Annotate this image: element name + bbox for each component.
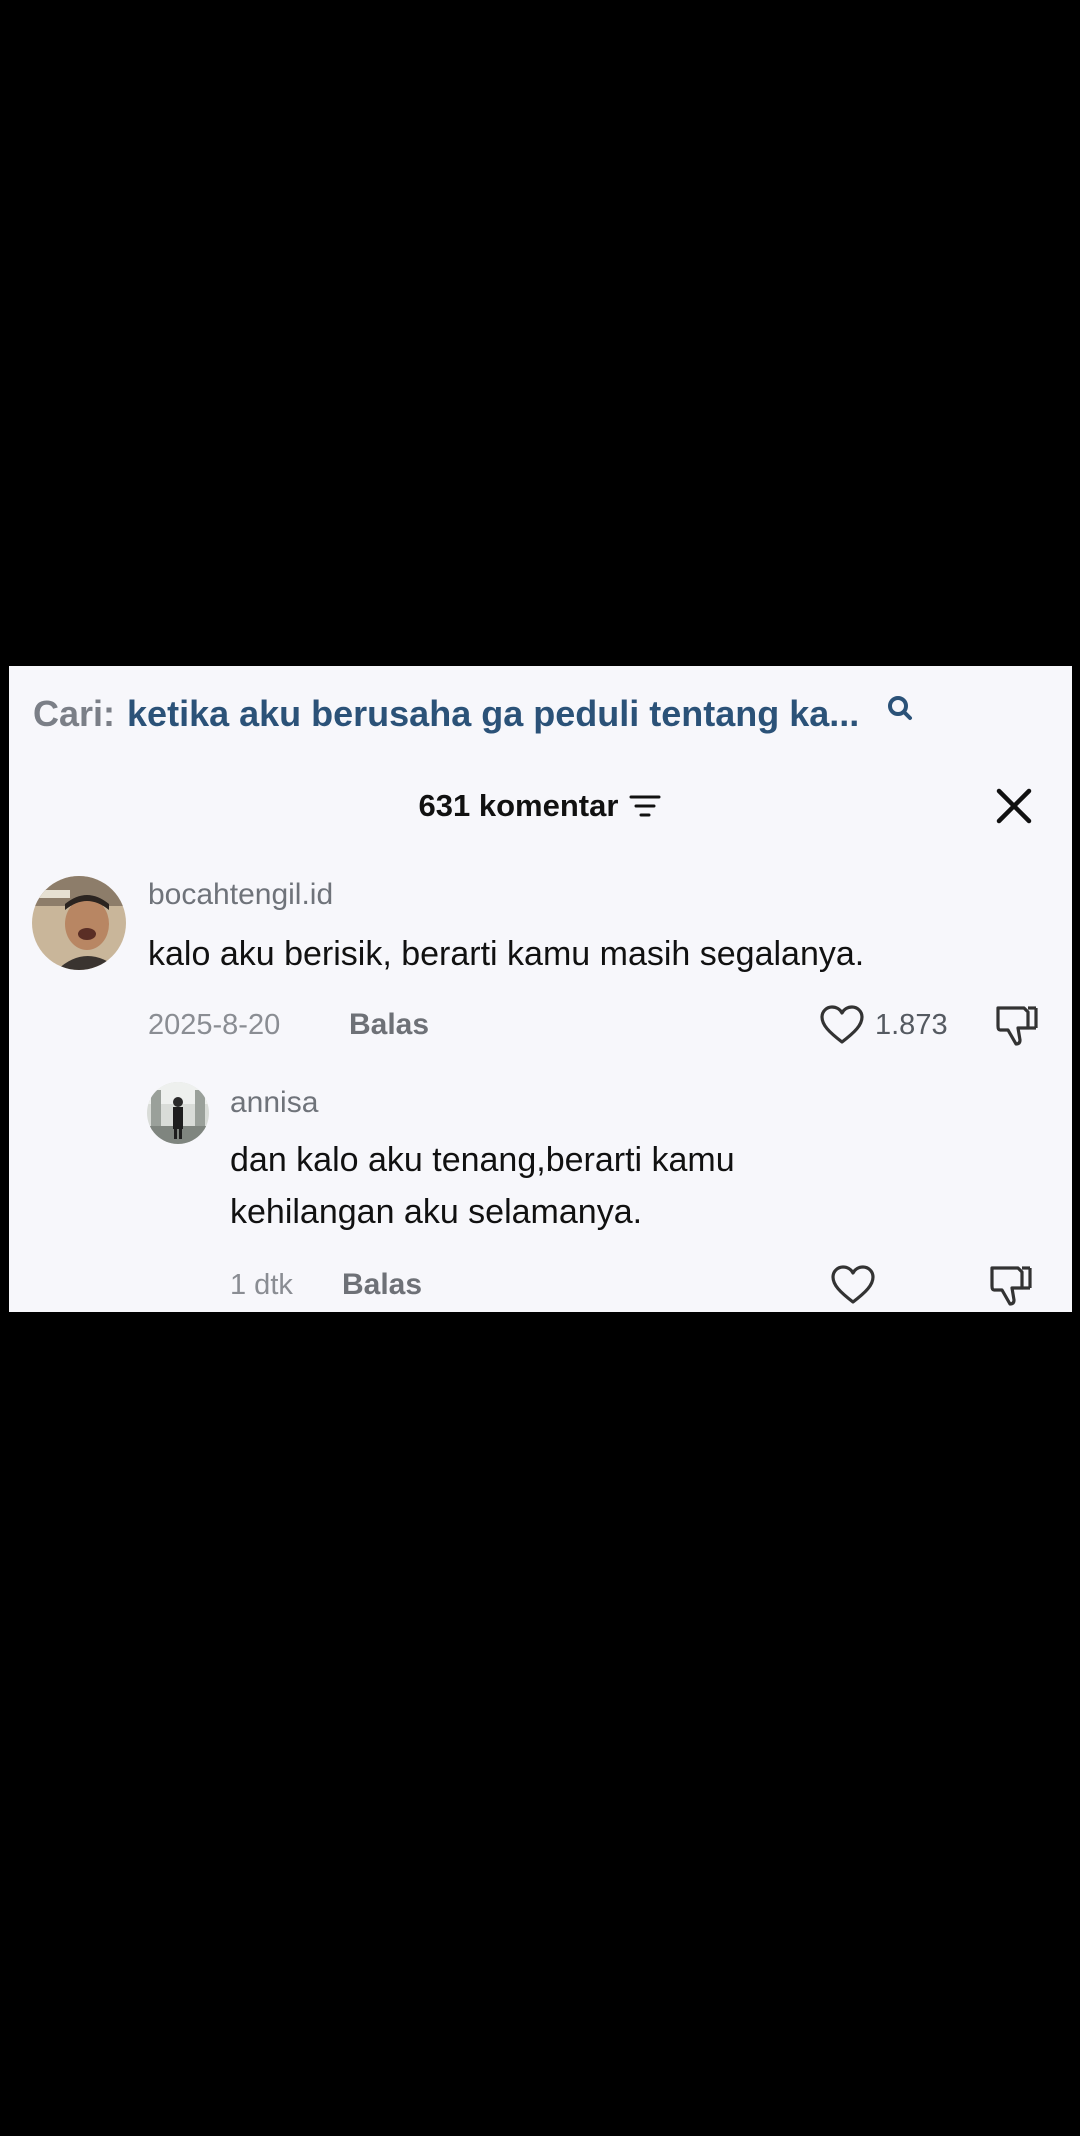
comments-panel: Cari: ketika aku berusaha ga peduli tent… <box>9 666 1072 1312</box>
close-icon[interactable] <box>994 786 1034 826</box>
avatar[interactable] <box>32 876 126 970</box>
reply-date: 1 dtk <box>230 1269 293 1301</box>
heart-icon[interactable] <box>819 1004 865 1046</box>
like-count: 1.873 <box>875 1009 948 1041</box>
comment-date: 2025-8-20 <box>148 1009 281 1041</box>
reply-text-line1: dan kalo aku tenang,berarti kamu <box>230 1141 735 1179</box>
search-prefix: Cari: <box>33 693 116 734</box>
heart-icon[interactable] <box>830 1264 876 1306</box>
filter-icon[interactable] <box>628 793 662 819</box>
reply-button[interactable]: Balas <box>349 1008 429 1042</box>
search-bar[interactable]: Cari: ketika aku berusaha ga peduli tent… <box>33 686 1048 742</box>
comment-count: 631 komentar <box>418 788 619 823</box>
reply-username[interactable]: annisa <box>230 1086 318 1120</box>
search-query-link[interactable]: ketika aku berusaha ga peduli tentang ka… <box>127 693 859 735</box>
comment-username[interactable]: bocahtengil.id <box>148 878 333 912</box>
search-icon[interactable] <box>885 694 915 724</box>
reply-button[interactable]: Balas <box>342 1268 422 1302</box>
reply-text-line2: kehilangan aku selamanya. <box>230 1193 643 1231</box>
thumbs-down-icon[interactable] <box>988 1262 1034 1308</box>
thumbs-down-icon[interactable] <box>994 1002 1040 1048</box>
avatar[interactable] <box>147 1082 209 1144</box>
comments-header: 631 komentar <box>9 776 1072 836</box>
comment-text: kalo aku berisik, berarti kamu masih seg… <box>148 935 865 973</box>
